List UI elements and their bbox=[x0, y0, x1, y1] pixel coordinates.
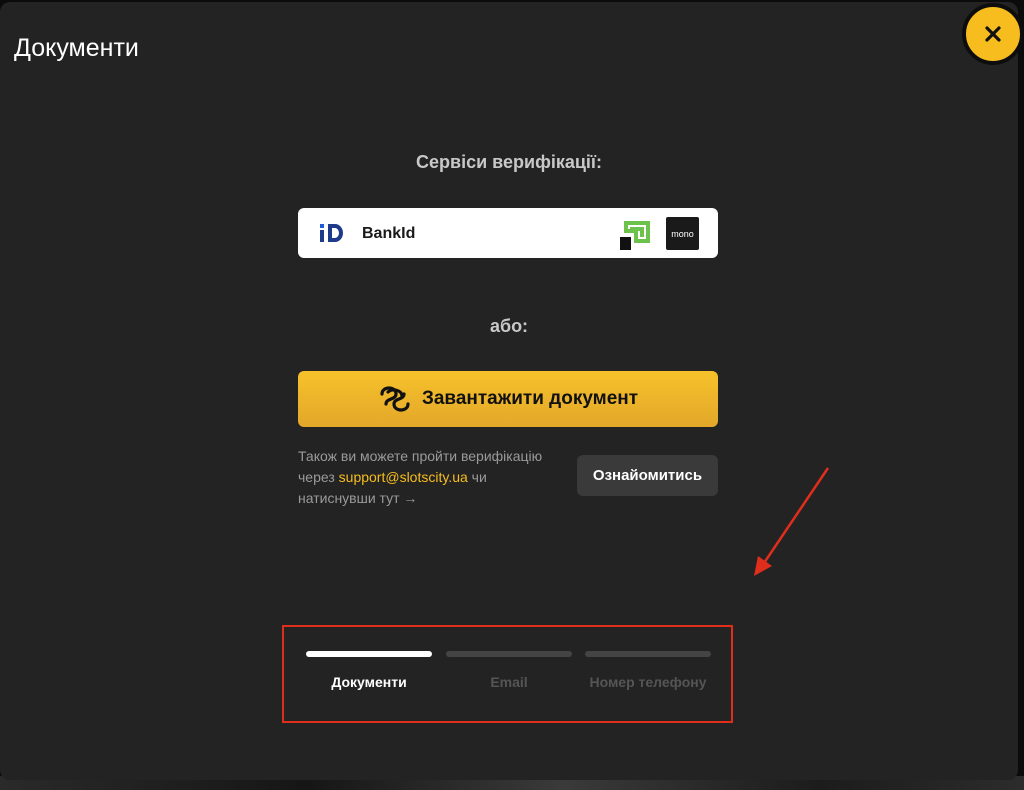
modal-title: Документи bbox=[14, 34, 139, 62]
step-phone: Номер телефону bbox=[585, 651, 711, 691]
learn-more-button[interactable]: Ознайомитись bbox=[577, 455, 718, 496]
step-email: Email bbox=[446, 651, 572, 691]
bankid-icon bbox=[320, 224, 343, 242]
services-title: Сервіси верифікації: bbox=[416, 152, 602, 172]
step-label: Номер телефону bbox=[589, 674, 707, 690]
support-email-link[interactable]: support@slotscity.ua bbox=[339, 469, 468, 485]
support-info-text: Також ви можете пройти верифікацію через… bbox=[298, 446, 570, 509]
upload-document-label: Завантажити документ bbox=[421, 388, 639, 409]
progress-steps: Документи Email Номер телефону bbox=[282, 625, 733, 723]
step-label: Документи bbox=[331, 674, 407, 690]
bankid-label: BankId bbox=[362, 225, 416, 242]
documents-modal: Документи Сервіси верифікації: BankId mo… bbox=[0, 2, 1018, 780]
info-after-email: чи bbox=[471, 469, 487, 485]
step-documents: Документи bbox=[306, 651, 432, 691]
step-bar bbox=[306, 651, 432, 657]
privatbank-icon bbox=[620, 217, 653, 250]
mono-icon: mono bbox=[666, 217, 699, 250]
step-bar bbox=[446, 651, 572, 657]
info-line-1: Також ви можете пройти верифікацію bbox=[298, 448, 543, 464]
info-line-3: натиснувши тут → bbox=[298, 490, 418, 506]
close-button[interactable] bbox=[962, 3, 1024, 65]
or-separator: або: bbox=[489, 316, 529, 336]
step-label: Email bbox=[490, 674, 528, 690]
diia-icon bbox=[380, 386, 410, 412]
bankid-button[interactable]: BankId mono bbox=[298, 208, 718, 258]
red-arrow-annotation bbox=[754, 467, 830, 576]
info-via: через bbox=[298, 469, 335, 485]
step-bar bbox=[585, 651, 711, 657]
upload-document-button[interactable]: Завантажити документ bbox=[298, 371, 718, 427]
close-icon bbox=[985, 26, 1001, 42]
